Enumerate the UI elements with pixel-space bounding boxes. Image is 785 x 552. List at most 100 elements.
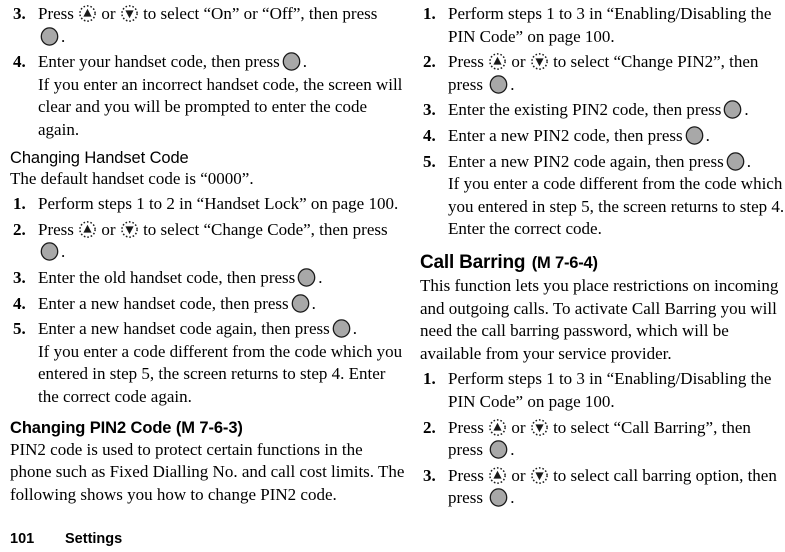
step-text: Enter a new PIN2 code, then press.: [448, 126, 710, 145]
step-text: Press or to select “Change Code”, then p…: [38, 220, 388, 262]
step-text: Perform steps 1 to 3 in “Enabling/Disabl…: [448, 369, 772, 411]
step-text: Perform steps 1 to 2 in “Handset Lock” o…: [38, 194, 399, 214]
step-number: 2.: [13, 219, 26, 239]
step-text: Enter the existing PIN2 code, then press…: [448, 100, 749, 119]
step-number: 4.: [13, 293, 26, 313]
step-item: 1. Perform steps 1 to 3 in “Enabling/Dis…: [420, 3, 785, 48]
step-number: 5.: [423, 151, 436, 171]
step-text: Enter your handset code, then press.: [38, 52, 307, 71]
ok-button-icon: [489, 488, 508, 508]
step-text-fragment: to select “Change Code”, then press: [143, 219, 388, 239]
step-number: 3.: [13, 267, 26, 287]
ok-button-icon: [291, 293, 310, 313]
step-text-fragment: .: [510, 74, 515, 94]
step-text-fragment: .: [302, 52, 307, 72]
step-text-fragment: .: [311, 293, 316, 313]
ok-button-icon: [332, 319, 351, 338]
step-number: 2.: [423, 417, 436, 437]
step-text-fragment: .: [510, 440, 515, 460]
footer-page-number: 101: [10, 531, 35, 547]
step-item: 4. Enter your handset code, then press. …: [10, 51, 405, 141]
call-barring-description: This function lets you place restriction…: [420, 275, 779, 363]
intro-default-code: The default handset code is “0000”.: [10, 168, 254, 188]
step-text-fragment: .: [318, 267, 323, 287]
step-text: Press or to select call barring option, …: [448, 466, 777, 508]
step-text-fragment: Press: [448, 417, 484, 437]
step-number: 2.: [423, 52, 436, 72]
nav-up-icon: [489, 53, 507, 71]
ok-button-icon: [282, 52, 301, 71]
step-item: 2. Press or to select “Call Barring”, th…: [420, 417, 785, 462]
step-item: 3. Enter the existing PIN2 code, then pr…: [420, 99, 785, 122]
pin2-description: PIN2 code is used to protect certain fun…: [10, 439, 405, 504]
step-sub-text: If you enter a code different from the c…: [448, 174, 785, 239]
ok-button-icon: [489, 75, 508, 94]
nav-down-icon: [120, 220, 138, 238]
step-text-fragment: Press: [38, 4, 74, 23]
step-number: 1.: [423, 4, 436, 23]
step-item: 5. Enter a new PIN2 code again, then pre…: [420, 151, 785, 241]
heading-call-barring: Call Barring (M 7-6-4): [420, 250, 785, 274]
step-text-fragment: Enter the existing PIN2 code, then press: [448, 100, 722, 120]
step-text-fragment: Enter your handset code, then press: [38, 52, 280, 72]
ok-button-icon: [40, 26, 59, 46]
step-text: Press or to select “On” or “Off”, then p…: [38, 4, 377, 46]
step-text-fragment: or: [101, 4, 116, 23]
step-item: 5. Enter a new handset code again, then …: [10, 318, 405, 408]
ok-button-icon: [40, 242, 59, 262]
step-text: Press or to select “Change PIN2”, then p…: [448, 52, 758, 94]
step-text-fragment: .: [705, 125, 710, 145]
ok-button-icon: [726, 151, 745, 171]
step-text-fragment: Enter a new PIN2 code, then press: [448, 125, 683, 145]
nav-down-icon: [530, 466, 548, 484]
step-text-fragment: .: [746, 151, 751, 171]
nav-up-icon: [79, 220, 97, 238]
ok-button-icon: [723, 100, 742, 120]
step-number: 4.: [13, 52, 26, 72]
step-text-fragment: Enter a new handset code again, then pre…: [38, 319, 330, 339]
ok-button-icon: [685, 126, 704, 145]
step-item: 4. Enter a new PIN2 code, then press.: [420, 125, 785, 148]
step-text-fragment: .: [352, 319, 357, 339]
left-column: 3. Press or to select “On” or “Off”, the…: [10, 0, 405, 506]
step-text-fragment: or: [511, 417, 526, 437]
heading-changing-pin2-code: Changing PIN2 Code (M 7-6-3): [10, 418, 243, 437]
step-text: Press or to select “Call Barring”, then …: [448, 418, 751, 460]
ok-button-icon: [297, 268, 316, 287]
footer-section-name: Settings: [65, 531, 123, 547]
step-text-fragment: .: [744, 100, 749, 120]
step-item: 2. Press or to select “Change Code”, the…: [10, 219, 405, 264]
nav-down-icon: [530, 418, 548, 436]
step-number: 5.: [13, 319, 26, 339]
nav-down-icon: [530, 53, 548, 71]
nav-up-icon: [79, 5, 97, 22]
step-number: 3.: [423, 465, 436, 485]
step-text-fragment: or: [511, 465, 526, 485]
step-text: Perform steps 1 to 3 in “Enabling/Disabl…: [448, 4, 772, 46]
step-text-fragment: Enter a new handset code, then press: [38, 293, 289, 313]
step-text-fragment: or: [511, 52, 526, 72]
step-item: 1. Perform steps 1 to 2 in “Handset Lock…: [10, 193, 405, 216]
page-footer: 101 Settings: [10, 530, 122, 548]
nav-up-icon: [489, 418, 507, 436]
step-number: 3.: [13, 4, 26, 23]
step-text-fragment: Press: [38, 219, 74, 239]
step-sub-text: If you enter a code different from the c…: [38, 341, 403, 406]
step-item: 2. Press or to select “Change PIN2”, the…: [420, 51, 785, 96]
step-text-fragment: Enter a new PIN2 code again, then press: [448, 151, 724, 171]
step-item: 3. Enter the old handset code, then pres…: [10, 267, 405, 290]
step-text-fragment: Press: [448, 52, 484, 72]
heading-call-barring-title: Call Barring: [420, 251, 526, 273]
ok-button-icon: [489, 440, 508, 459]
step-text-fragment: to select “On” or “Off”, then press: [143, 4, 378, 23]
step-item: 3. Press or to select “On” or “Off”, the…: [10, 3, 405, 48]
step-text-fragment: Enter the old handset code, then press: [38, 267, 296, 287]
step-text-fragment: .: [61, 242, 66, 262]
step-item: 1. Perform steps 1 to 3 in “Enabling/Dis…: [420, 368, 785, 413]
step-item: 4. Enter a new handset code, then press.: [10, 293, 405, 316]
step-text-fragment: .: [510, 488, 515, 508]
step-number: 1.: [13, 194, 26, 214]
step-number: 1.: [423, 369, 436, 389]
step-text-fragment: .: [61, 26, 66, 46]
heading-changing-handset-code: Changing Handset Code: [10, 148, 189, 167]
